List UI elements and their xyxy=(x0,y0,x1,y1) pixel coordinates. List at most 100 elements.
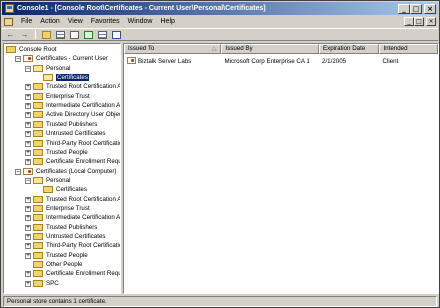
certificate-icon xyxy=(127,57,136,64)
child-close-button[interactable]: × xyxy=(426,17,436,26)
folder-icon xyxy=(33,279,43,287)
expand-icon[interactable]: + xyxy=(25,84,31,91)
tree-item[interactable]: + Enterprise Trust xyxy=(4,92,120,101)
toolbar: ← → xyxy=(2,28,438,41)
up-one-level-button[interactable] xyxy=(41,30,52,40)
toolbar-separator xyxy=(35,30,36,39)
tree-item[interactable]: + Untrusted Certificates xyxy=(4,233,120,241)
expand-icon[interactable]: + xyxy=(25,112,31,119)
child-restore-button[interactable]: □ xyxy=(414,17,424,26)
column-intended[interactable]: Intended xyxy=(379,44,438,54)
refresh-button[interactable] xyxy=(83,30,94,40)
tree-item[interactable]: + Certificate Enrollment Reques xyxy=(4,158,120,166)
tree-item[interactable]: + Intermediate Certification Aut xyxy=(4,102,120,110)
expand-icon[interactable]: + xyxy=(25,252,31,259)
maximize-button[interactable]: □ xyxy=(410,4,422,14)
tree-item[interactable]: Certificates xyxy=(4,186,120,194)
console-tree-icon xyxy=(56,30,65,39)
expand-icon[interactable]: + xyxy=(25,93,31,100)
expand-icon[interactable]: + xyxy=(25,131,31,138)
help-button[interactable] xyxy=(111,30,122,40)
tree-item-label: Untrusted Certificates xyxy=(46,233,106,240)
tree-item[interactable]: + Intermediate Certification Aut xyxy=(4,214,120,222)
issued-to-value: Biztalk Server Labs xyxy=(138,58,192,65)
expand-icon[interactable]: + xyxy=(25,159,31,166)
column-intended-label: Intended xyxy=(383,45,408,52)
tree-item[interactable]: − Certificates - Current User xyxy=(4,55,120,63)
expand-icon[interactable]: + xyxy=(25,196,31,203)
tree-item[interactable]: + Third-Party Root Certification xyxy=(4,139,120,148)
tree-item-label: Trusted Publishers xyxy=(46,223,98,231)
close-button[interactable]: × xyxy=(424,4,436,14)
tree-item[interactable]: − Personal xyxy=(4,176,120,185)
tree-item[interactable]: + Trusted Publishers xyxy=(4,120,120,129)
cell-intended: Client xyxy=(382,58,399,65)
column-expiration-date[interactable]: Expiration Date xyxy=(318,44,380,54)
expand-icon[interactable]: + xyxy=(25,215,31,222)
tree-item-label: Enterprise Trust xyxy=(46,204,90,212)
tree-item[interactable]: Console Root xyxy=(4,46,120,54)
delete-button[interactable] xyxy=(69,30,80,40)
console-icon[interactable] xyxy=(5,4,14,13)
collapse-icon[interactable]: − xyxy=(25,65,31,72)
back-button[interactable]: ← xyxy=(5,30,16,40)
expand-icon[interactable]: + xyxy=(25,149,31,156)
show-hide-tree-button[interactable] xyxy=(55,30,66,40)
tree-item[interactable]: + Trusted Publishers xyxy=(4,223,120,232)
column-issued-by[interactable]: Issued By xyxy=(221,44,319,54)
expand-icon[interactable]: + xyxy=(25,234,31,240)
export-list-button[interactable] xyxy=(97,30,108,40)
expand-icon[interactable]: + xyxy=(25,121,31,128)
expand-icon[interactable]: + xyxy=(25,243,31,250)
menu-help[interactable]: Help xyxy=(157,18,179,25)
expand-icon[interactable]: + xyxy=(25,140,31,147)
tree-item[interactable]: + Trusted Root Certification Aut xyxy=(4,195,120,204)
collapse-icon[interactable]: − xyxy=(15,56,21,63)
tree-item[interactable]: + Third-Party Root Certification xyxy=(4,242,120,250)
child-window-icon[interactable] xyxy=(4,17,13,26)
expand-icon[interactable]: + xyxy=(25,224,31,231)
menu-view[interactable]: View xyxy=(64,18,87,25)
folder-icon xyxy=(33,270,43,278)
forward-button[interactable]: → xyxy=(19,30,30,40)
menu-favorites[interactable]: Favorites xyxy=(87,18,124,25)
tree-item[interactable]: + Enterprise Trust xyxy=(4,204,120,213)
column-issued-to[interactable]: Issued To △ xyxy=(124,44,222,54)
folder-icon xyxy=(33,120,43,128)
tree-item[interactable]: Other People xyxy=(4,261,120,269)
title-bar[interactable]: Console1 - [Console Root\Certificates - … xyxy=(2,2,438,15)
tree-item[interactable]: + Certificate Enrollment Reques xyxy=(4,270,120,278)
console-tree[interactable]: Console Root − Certificates - Current User… xyxy=(3,43,121,294)
menu-bar: File Action View Favorites Window Help _… xyxy=(2,16,438,27)
collapse-icon[interactable]: − xyxy=(25,177,31,184)
expand-icon[interactable]: + xyxy=(25,271,31,278)
tree-item-label: Trusted Root Certification Aut xyxy=(46,83,121,91)
folder-icon xyxy=(33,242,43,250)
delete-icon xyxy=(70,30,79,39)
column-issued-by-label: Issued By xyxy=(225,45,253,52)
tree-item[interactable]: Certificates xyxy=(4,73,120,83)
collapse-icon[interactable]: − xyxy=(15,168,21,175)
minimize-button[interactable]: _ xyxy=(398,4,410,14)
expand-icon[interactable]: + xyxy=(25,103,31,110)
tree-item[interactable]: + Trusted People xyxy=(4,251,120,260)
folder-icon xyxy=(33,204,43,212)
menu-file[interactable]: File xyxy=(17,18,36,25)
tree-item-label: Third-Party Root Certification xyxy=(46,242,121,250)
tree-item[interactable]: + Trusted Root Certification Aut xyxy=(4,83,120,91)
menu-window[interactable]: Window xyxy=(124,18,157,25)
tree-item[interactable]: − Personal xyxy=(4,64,120,73)
folder-icon xyxy=(33,111,43,119)
expand-icon[interactable]: + xyxy=(25,205,31,212)
tree-item[interactable]: + Untrusted Certificates xyxy=(4,130,120,138)
tree-item[interactable]: − Certificates (Local Computer) xyxy=(4,167,120,176)
child-minimize-button[interactable]: _ xyxy=(404,17,414,26)
tree-item[interactable]: + SPC xyxy=(4,279,120,288)
menu-action[interactable]: Action xyxy=(36,18,63,25)
folder-icon xyxy=(33,223,43,231)
tree-item[interactable]: + Active Directory User Object xyxy=(4,111,120,119)
certificate-row[interactable]: Biztalk Server Labs Microsoft Corp Enter… xyxy=(124,57,438,66)
tree-item[interactable]: + Trusted People xyxy=(4,148,120,157)
results-pane[interactable]: Issued To △ Issued By Expiration Date In… xyxy=(123,43,439,294)
expand-icon[interactable]: + xyxy=(25,280,31,287)
